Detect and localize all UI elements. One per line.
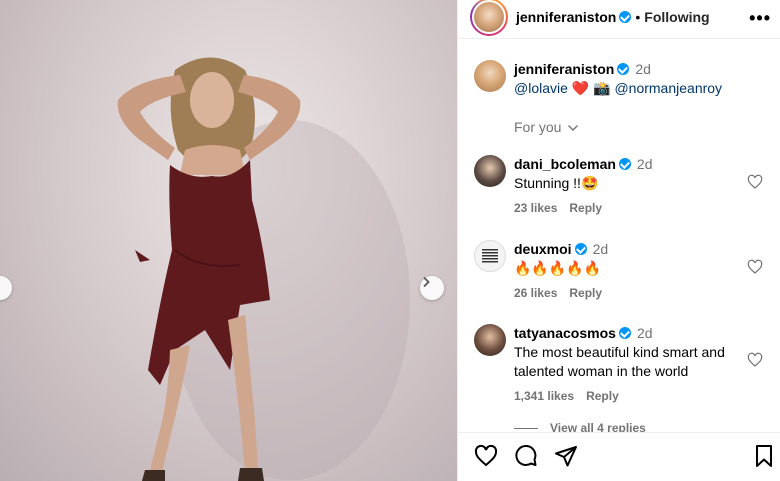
comment-text: 🔥🔥🔥🔥🔥 — [514, 260, 602, 276]
verified-badge-icon — [618, 158, 631, 170]
author-avatar[interactable] — [470, 0, 508, 36]
mention-normanjeanroy[interactable]: @normanjeanroy — [614, 80, 722, 96]
verified-badge-icon — [618, 327, 631, 339]
mention-lolavie[interactable]: @lolavie — [514, 80, 568, 96]
for-you-label: For you — [514, 119, 562, 135]
chevron-right-icon — [423, 277, 430, 287]
caption-time: 2d — [635, 61, 651, 77]
commenter-avatar[interactable] — [474, 324, 506, 356]
camera-emoji: 📸 — [593, 80, 611, 96]
caption-avatar[interactable] — [474, 60, 506, 92]
commenter-username[interactable]: deuxmoi — [514, 241, 572, 257]
action-bar — [458, 432, 780, 481]
comment-time: 2d — [636, 156, 653, 172]
bookmark-icon[interactable] — [753, 444, 775, 468]
reply-button[interactable]: Reply — [569, 286, 602, 300]
comment-likes[interactable]: 23 likes — [514, 201, 557, 215]
comment-likes[interactable]: 1,341 likes — [514, 389, 574, 403]
commenter-avatar[interactable] — [474, 155, 506, 187]
caption-username[interactable]: jenniferaniston — [514, 61, 614, 77]
post-side-panel: jenniferaniston • Following ••• jenniferan… — [457, 0, 780, 481]
heart-icon[interactable] — [747, 352, 763, 368]
verified-badge-icon — [617, 63, 630, 75]
heart-icon[interactable] — [747, 259, 763, 275]
comment-text: The most beautiful kind smart and talent… — [514, 344, 725, 379]
heart-icon[interactable] — [747, 174, 763, 190]
more-icon[interactable]: ••• — [749, 8, 771, 29]
post-photo[interactable] — [0, 0, 457, 481]
commenter-username[interactable]: tatyanacosmos — [514, 325, 616, 341]
verified-badge-icon — [574, 243, 587, 255]
post-header: jenniferaniston • Following ••• — [458, 0, 780, 36]
comment-time: 2d — [592, 241, 609, 257]
comment-icon[interactable] — [514, 444, 538, 468]
heart-emoji: ❤️ — [571, 80, 590, 96]
comment-text: Stunning !!🤩 — [514, 175, 599, 191]
verified-badge-icon — [619, 11, 632, 23]
commenter-username[interactable]: dani_bcoleman — [514, 156, 616, 172]
for-you-dropdown[interactable]: For you — [514, 119, 579, 135]
commenter-avatar[interactable] — [474, 240, 506, 272]
reply-button[interactable]: Reply — [586, 389, 619, 403]
next-photo-button[interactable] — [420, 276, 444, 300]
deuxmoi-logo-icon — [482, 249, 498, 263]
following-button[interactable]: Following — [644, 9, 709, 25]
chevron-down-icon — [568, 125, 579, 131]
separator-dot: • — [635, 9, 641, 25]
photo-illustration — [117, 57, 410, 481]
send-icon[interactable] — [554, 444, 578, 468]
heart-icon[interactable] — [474, 444, 498, 468]
comment-likes[interactable]: 26 likes — [514, 286, 557, 300]
author-username[interactable]: jenniferaniston — [516, 9, 616, 25]
header-divider — [458, 38, 780, 39]
reply-button[interactable]: Reply — [569, 201, 602, 215]
comment-time: 2d — [636, 325, 653, 341]
